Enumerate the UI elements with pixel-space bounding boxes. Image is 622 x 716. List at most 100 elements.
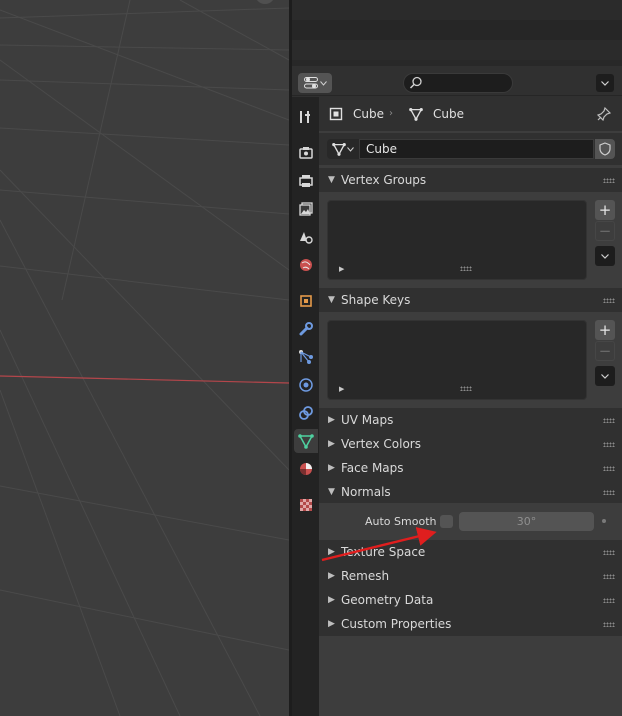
3d-viewport[interactable]	[0, 0, 289, 716]
panel-title: UV Maps	[341, 413, 394, 427]
tab-output[interactable]	[294, 169, 318, 193]
chevron-down-icon	[319, 80, 327, 86]
auto-smooth-checkbox[interactable]	[440, 515, 453, 528]
material-icon	[300, 463, 312, 475]
mesh-data-icon	[332, 143, 346, 156]
tab-scene[interactable]	[294, 225, 318, 249]
drag-handle-icon[interactable]	[603, 574, 615, 579]
drag-handle-icon[interactable]	[603, 418, 615, 423]
panel-title: Vertex Colors	[341, 437, 421, 451]
tab-view-layer[interactable]	[294, 197, 318, 221]
drag-handle-icon[interactable]	[603, 490, 615, 495]
tab-physics[interactable]	[294, 373, 318, 397]
breadcrumb-mesh-name: Cube	[433, 107, 464, 121]
particles-icon	[299, 350, 313, 364]
add-shape-key-button[interactable]: +	[595, 320, 615, 340]
panel-normals[interactable]: ▼ Normals	[319, 480, 622, 504]
panel-texture-space[interactable]: ▶ Texture Space	[319, 540, 622, 564]
panel-geometry-data[interactable]: ▶ Geometry Data	[319, 588, 622, 612]
panel-collapsed-icon: ▶	[328, 547, 335, 557]
tab-modifiers[interactable]	[294, 317, 318, 341]
outliner-area[interactable]	[292, 0, 622, 66]
panel-expanded-icon: ▼	[328, 487, 335, 497]
outliner-row[interactable]	[292, 40, 622, 60]
x-axis-line	[0, 375, 289, 384]
mesh-name-field[interactable]: Cube	[359, 139, 594, 159]
panel-shape-keys[interactable]: ▼ Shape Keys	[319, 288, 622, 312]
auto-smooth-label: Auto Smooth	[365, 515, 437, 528]
tab-material[interactable]	[294, 457, 318, 481]
list-filter-toggle-icon[interactable]: ▶	[339, 385, 344, 393]
world-icon	[300, 259, 312, 271]
panel-collapsed-icon: ▶	[328, 415, 335, 425]
search-input[interactable]	[403, 73, 513, 93]
panel-title: Geometry Data	[341, 593, 434, 607]
panel-vertex-groups[interactable]: ▼ Vertex Groups	[319, 168, 622, 192]
panel-uv-maps[interactable]: ▶ UV Maps	[319, 408, 622, 432]
physics-icon	[299, 378, 313, 392]
drag-handle-icon[interactable]	[603, 598, 615, 603]
panel-title: Custom Properties	[341, 617, 452, 631]
shape-keys-list[interactable]: ▶	[327, 320, 587, 400]
wrench-icon	[299, 322, 313, 336]
tab-particles[interactable]	[294, 345, 318, 369]
texture-icon	[300, 499, 312, 511]
options-dropdown[interactable]	[596, 74, 614, 92]
tab-constraints[interactable]	[294, 401, 318, 425]
tab-world[interactable]	[294, 253, 318, 277]
constraints-icon	[299, 406, 313, 420]
shape-key-specials-dropdown[interactable]	[595, 366, 615, 386]
animate-property-icon[interactable]	[602, 519, 606, 523]
remove-vertex-group-button[interactable]: −	[595, 221, 615, 241]
breadcrumb: Cube › Cube	[319, 97, 622, 131]
tab-object[interactable]	[294, 289, 318, 313]
list-resize-handle[interactable]	[460, 266, 472, 271]
scene-icon	[300, 232, 313, 244]
tab-render[interactable]	[294, 141, 318, 165]
outliner-row[interactable]	[292, 20, 622, 40]
auto-smooth-angle-field[interactable]: 30°	[459, 512, 594, 531]
editor-type-button[interactable]	[298, 73, 332, 93]
vertex-group-specials-dropdown[interactable]	[595, 246, 615, 266]
panel-title: Face Maps	[341, 461, 404, 475]
vertex-groups-list[interactable]: ▶	[327, 200, 587, 280]
list-filter-toggle-icon[interactable]: ▶	[339, 265, 344, 273]
output-icon	[299, 175, 313, 187]
outliner-row[interactable]	[292, 0, 622, 20]
pin-icon[interactable]	[597, 107, 611, 121]
drag-handle-icon[interactable]	[603, 298, 615, 303]
properties-content: Cube › Cube Cube ▼ Vertex Groups ▶ + − ▼…	[319, 97, 622, 716]
tool-icon	[300, 111, 310, 123]
tab-texture[interactable]	[294, 493, 318, 517]
mesh-datablock-row: Cube	[319, 133, 622, 165]
properties-tabs	[292, 97, 319, 716]
panel-title: Normals	[341, 485, 391, 499]
panel-vertex-colors[interactable]: ▶ Vertex Colors	[319, 432, 622, 456]
object-icon	[329, 107, 343, 121]
breadcrumb-separator-icon: ›	[389, 108, 393, 119]
tab-tool[interactable]	[294, 105, 318, 129]
drag-handle-icon[interactable]	[603, 550, 615, 555]
fake-user-button[interactable]	[595, 139, 615, 159]
panel-expanded-icon: ▼	[328, 295, 335, 305]
tab-object-data[interactable]	[294, 429, 318, 453]
panel-custom-properties[interactable]: ▶ Custom Properties	[319, 612, 622, 636]
remove-shape-key-button[interactable]: −	[595, 341, 615, 361]
view-layer-icon	[299, 202, 313, 216]
browse-mesh-button[interactable]	[327, 139, 359, 159]
panel-face-maps[interactable]: ▶ Face Maps	[319, 456, 622, 480]
list-resize-handle[interactable]	[460, 386, 472, 391]
drag-handle-icon[interactable]	[603, 178, 615, 183]
chevron-down-icon	[601, 253, 609, 259]
drag-handle-icon[interactable]	[603, 466, 615, 471]
panel-remesh[interactable]: ▶ Remesh	[319, 564, 622, 588]
drag-handle-icon[interactable]	[603, 622, 615, 627]
drag-handle-icon[interactable]	[603, 442, 615, 447]
panel-collapsed-icon: ▶	[328, 439, 335, 449]
panel-expanded-icon: ▼	[328, 175, 335, 185]
add-vertex-group-button[interactable]: +	[595, 200, 615, 220]
object-icon	[300, 295, 312, 307]
panel-title: Vertex Groups	[341, 173, 427, 187]
shield-icon	[599, 142, 611, 156]
mesh-data-icon	[298, 434, 314, 449]
